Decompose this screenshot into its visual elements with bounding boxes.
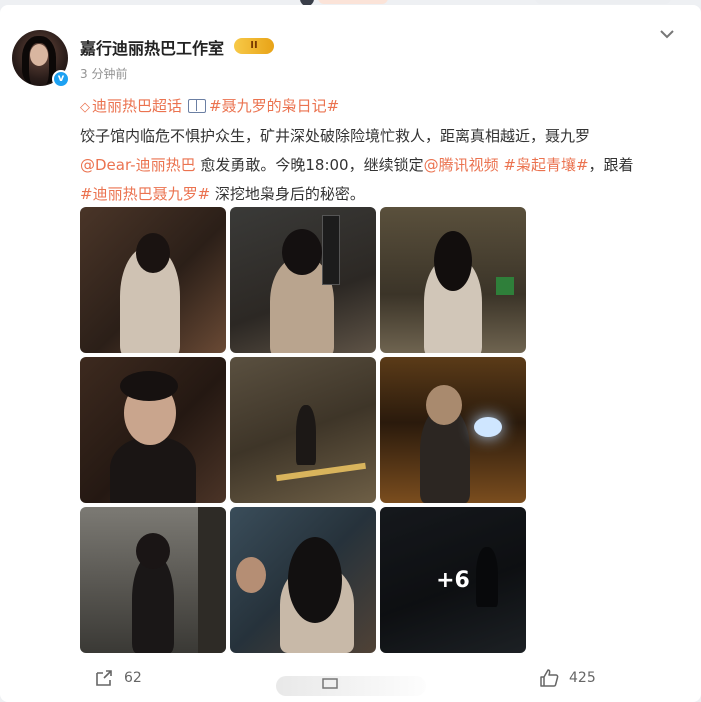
photo-thumbnail[interactable] [80,507,226,653]
book-icon [188,99,207,113]
photo-thumbnail[interactable] [380,207,526,353]
post-time[interactable]: 3 分钟前 [80,65,127,82]
search-pill [535,0,671,4]
comment-area[interactable] [276,676,426,696]
mention-link[interactable]: @腾讯视频 [424,156,499,174]
text-segment: 饺子馆内临危不惧护众生，矿井深处破除险境忙救人，距离真相越近，聂九罗 [80,127,591,145]
mention-link[interactable]: @Dear-迪丽热巴 [80,156,196,174]
post-footer: 62 425 [0,660,701,696]
more-photos-overlay[interactable]: +6 [380,507,526,653]
text-segment: 深挖地枭身后的秘密。 [210,185,365,203]
author-name[interactable]: 嘉行迪丽热巴工作室 [80,35,224,59]
like-button[interactable]: 425 [539,664,596,692]
topic-line: ◇ 迪丽热巴超话 #聂九罗的枭日记# [80,92,680,122]
avatar-face [30,44,48,66]
diamond-icon: ◇ [80,100,90,115]
photo-thumbnail[interactable]: +6 [380,507,526,653]
thumbs-up-icon [540,669,559,687]
repost-button[interactable]: 62 [94,664,142,692]
share-icon [96,670,112,686]
photo-thumbnail[interactable] [230,507,376,653]
hashtag-link[interactable]: #迪丽热巴聂九罗# [80,185,210,203]
top-pill [318,0,388,4]
text-segment: 愈发勇敢。今晚18:00，继续锁定 [195,156,424,174]
like-count: 425 [569,670,596,686]
post-text: ◇ 迪丽热巴超话 #聂九罗的枭日记# 饺子馆内临危不惧护众生，矿井深处破除险境忙救人… [80,92,680,209]
photo-thumbnail[interactable] [80,357,226,503]
vip-badge-icon[interactable]: II [234,38,274,54]
repost-count: 62 [124,670,142,686]
photo-thumbnail[interactable] [230,207,376,353]
photo-thumbnail[interactable] [80,207,226,353]
comment-icon [322,678,338,689]
super-topic-link[interactable]: 迪丽热巴超话 [92,97,182,115]
chevron-down-icon[interactable] [657,24,677,44]
body-text: 饺子馆内临危不惧护众生，矿井深处破除险境忙救人，距离真相越近，聂九罗 @Dear… [80,122,680,209]
book-tag-link[interactable]: #聂九罗的枭日记# [209,97,339,115]
photo-thumbnail[interactable] [380,357,526,503]
photo-thumbnail[interactable] [230,357,376,503]
hashtag-link[interactable]: #枭起青壤# [499,156,588,174]
photo-grid: +6 [80,207,527,653]
verified-icon: v [52,70,70,88]
text-segment: ，跟着 [588,156,634,174]
